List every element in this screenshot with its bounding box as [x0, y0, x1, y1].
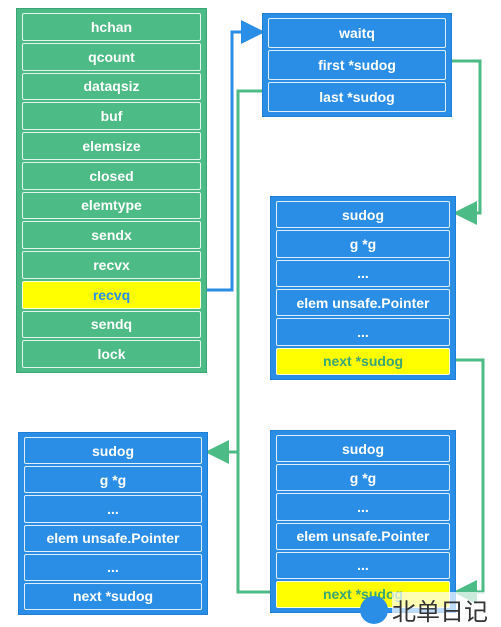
sudog3-struct: sudog g *g ... elem unsafe.Pointer ... n…	[18, 432, 208, 615]
field-sudog: sudog	[24, 437, 202, 465]
field-elem: elem unsafe.Pointer	[276, 288, 450, 317]
field-ellipsis: ...	[276, 493, 450, 521]
field-elem: elem unsafe.Pointer	[24, 524, 202, 552]
sudog2-struct: sudog g *g ... elem unsafe.Pointer ... n…	[270, 430, 456, 613]
field-last: last *sudog	[268, 82, 446, 112]
sudog1-next-to-sudog2-arrow	[453, 358, 485, 604]
field-ellipsis: ...	[276, 551, 450, 579]
field-g: g *g	[276, 464, 450, 492]
last-link-line	[236, 89, 270, 594]
field-lock: lock	[22, 340, 201, 368]
field-g: g *g	[276, 230, 450, 258]
watermark-text: 北单日记	[392, 592, 488, 627]
field-g: g *g	[24, 466, 202, 494]
field-elem: elem unsafe.Pointer	[276, 522, 450, 550]
watermark: 北单日记	[360, 592, 488, 627]
field-buf: buf	[22, 102, 201, 130]
sudog1-struct: sudog g *g ... elem unsafe.Pointer ... n…	[270, 196, 456, 380]
hchan-struct: hchan qcount dataqsiz buf elemsize close…	[16, 8, 207, 373]
field-sendq: sendq	[22, 310, 201, 339]
waitq-struct: waitq first *sudog last *sudog	[262, 13, 452, 117]
field-sendx: sendx	[22, 221, 201, 249]
recvq-to-waitq-arrow	[207, 20, 265, 292]
field-ellipsis: ...	[24, 495, 202, 523]
field-sudog: sudog	[276, 201, 450, 229]
field-ellipsis: ...	[24, 553, 202, 581]
field-next: next *sudog	[276, 347, 450, 375]
field-waitq: waitq	[268, 18, 446, 48]
field-recvq: recvq	[22, 280, 201, 309]
field-sudog: sudog	[276, 435, 450, 463]
field-elemsize: elemsize	[22, 132, 201, 160]
field-next: next *sudog	[24, 582, 202, 611]
field-qcount: qcount	[22, 42, 201, 71]
field-hchan: hchan	[22, 13, 201, 41]
field-first: first *sudog	[268, 50, 446, 80]
field-elemtype: elemtype	[22, 191, 201, 220]
field-recvx: recvx	[22, 251, 201, 279]
logo-icon	[360, 595, 388, 624]
field-ellipsis: ...	[276, 259, 450, 287]
field-closed: closed	[22, 161, 201, 190]
first-to-sudog1-arrow	[452, 59, 482, 225]
field-ellipsis: ...	[276, 318, 450, 346]
field-dataqsiz: dataqsiz	[22, 72, 201, 101]
